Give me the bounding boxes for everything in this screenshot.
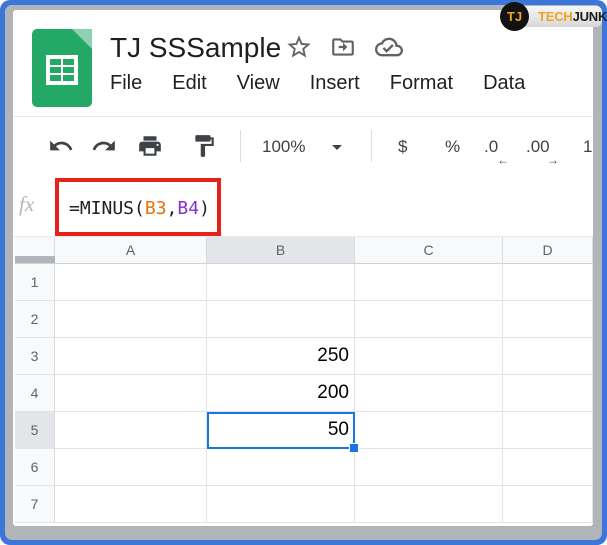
grid-row-2: 2 <box>15 301 593 338</box>
column-header-D[interactable]: D <box>503 237 593 264</box>
column-header-C[interactable]: C <box>355 237 503 264</box>
cell-C2[interactable] <box>355 301 503 338</box>
toolbar-divider <box>240 130 241 162</box>
cloud-saved-icon[interactable] <box>375 33 403 61</box>
app-content: TJ SSSample File Edit View Insert Format… <box>13 10 593 526</box>
row-header-3[interactable]: 3 <box>15 338 55 375</box>
menu-data[interactable]: Data <box>483 72 525 95</box>
move-to-folder-icon[interactable] <box>330 34 356 60</box>
formula-token: ) <box>199 198 210 219</box>
techjunkie-name-part2: JUNKIE <box>573 9 607 24</box>
screenshot-window: TJ SSSample File Edit View Insert Format… <box>0 0 607 545</box>
menu-bar: File Edit View Insert Format Data <box>110 72 525 95</box>
column-header-row: ABCD <box>15 237 593 264</box>
toolbar-divider <box>371 130 372 162</box>
grid-row-4: 4 200 <box>15 375 593 412</box>
cell-C3[interactable] <box>355 338 503 375</box>
print-button[interactable] <box>137 133 163 159</box>
increase-decimal-arrow-icon: → <box>547 153 559 167</box>
grid-row-1: 1 <box>15 264 593 301</box>
techjunkie-name-part1: TECH <box>538 9 573 24</box>
cell-D3[interactable] <box>503 338 593 375</box>
menu-file[interactable]: File <box>110 72 142 95</box>
row-header-5[interactable]: 5 <box>15 412 55 449</box>
undo-button[interactable] <box>48 133 74 159</box>
cell-B3[interactable]: 250 <box>207 338 355 375</box>
menu-format[interactable]: Format <box>390 72 453 95</box>
formula-ref-b4: B4 <box>177 198 199 219</box>
cell-B6[interactable] <box>207 449 355 486</box>
zoom-select[interactable]: 100% <box>262 137 305 157</box>
formula-ref-b3: B3 <box>145 198 167 219</box>
cell-B2[interactable] <box>207 301 355 338</box>
cell-A4[interactable] <box>55 375 207 412</box>
cell-D4[interactable] <box>503 375 593 412</box>
column-header-A[interactable]: A <box>55 237 207 264</box>
fx-label: fx <box>19 192 34 217</box>
techjunkie-logo-icon: TJ <box>500 2 529 31</box>
format-percent-button[interactable]: % <box>445 137 460 157</box>
cell-A1[interactable] <box>55 264 207 301</box>
row-header-6[interactable]: 6 <box>15 449 55 486</box>
grid-row-3: 3 250 <box>15 338 593 375</box>
menu-view[interactable]: View <box>237 72 280 95</box>
formula-token: =MINUS( <box>69 198 145 219</box>
menu-edit[interactable]: Edit <box>172 72 206 95</box>
redo-button[interactable] <box>91 133 117 159</box>
cell-D5[interactable] <box>503 412 593 449</box>
number-format-button[interactable]: 1 <box>583 137 592 157</box>
cell-D6[interactable] <box>503 449 593 486</box>
cell-A6[interactable] <box>55 449 207 486</box>
menu-insert[interactable]: Insert <box>310 72 360 95</box>
row-header-2[interactable]: 2 <box>15 301 55 338</box>
document-title[interactable]: TJ SSSample <box>110 32 281 64</box>
formula-input[interactable]: =MINUS(B3,B4) <box>69 198 210 219</box>
cell-A7[interactable] <box>55 486 207 523</box>
star-icon[interactable] <box>285 33 313 61</box>
column-header-B[interactable]: B <box>207 237 355 264</box>
grid-row-7: 7 <box>15 486 593 523</box>
header-divider <box>13 116 593 117</box>
paint-format-button[interactable] <box>191 133 217 159</box>
cell-C1[interactable] <box>355 264 503 301</box>
fill-handle[interactable] <box>349 443 359 453</box>
cell-B1[interactable] <box>207 264 355 301</box>
row-header-1[interactable]: 1 <box>15 264 55 301</box>
grid-row-6: 6 <box>15 449 593 486</box>
cell-C5[interactable] <box>355 412 503 449</box>
cell-D7[interactable] <box>503 486 593 523</box>
grid: ABCD123250420055067 <box>15 237 593 523</box>
cell-A2[interactable] <box>55 301 207 338</box>
row-header-4[interactable]: 4 <box>15 375 55 412</box>
cell-C6[interactable] <box>355 449 503 486</box>
cell-B4[interactable]: 200 <box>207 375 355 412</box>
cell-A5[interactable] <box>55 412 207 449</box>
cell-A3[interactable] <box>55 338 207 375</box>
cell-B7[interactable] <box>207 486 355 523</box>
selected-cell-outline[interactable] <box>207 412 355 449</box>
formula-token: , <box>167 198 178 219</box>
google-sheets-logo-icon[interactable] <box>32 29 92 107</box>
chevron-down-icon[interactable] <box>325 135 349 159</box>
cell-C7[interactable] <box>355 486 503 523</box>
decrease-decimal-arrow-icon: ← <box>497 153 509 167</box>
cell-D1[interactable] <box>503 264 593 301</box>
corner-notch <box>15 256 55 263</box>
format-currency-button[interactable]: $ <box>398 137 407 157</box>
row-header-7[interactable]: 7 <box>15 486 55 523</box>
cell-D2[interactable] <box>503 301 593 338</box>
cell-C4[interactable] <box>355 375 503 412</box>
